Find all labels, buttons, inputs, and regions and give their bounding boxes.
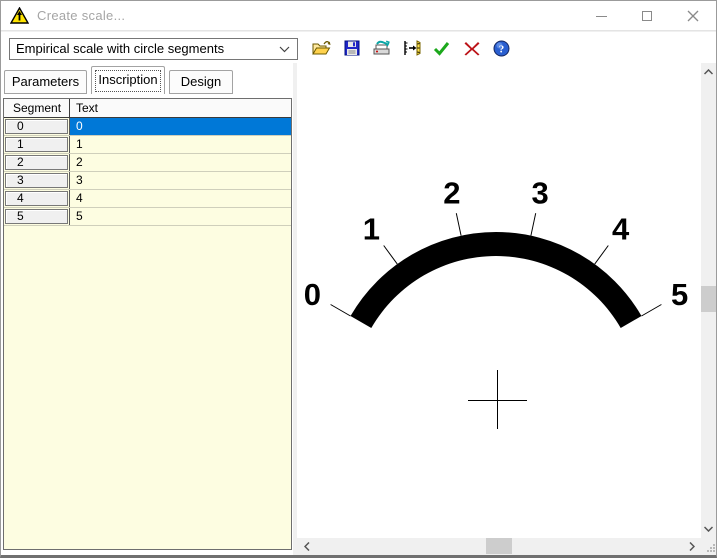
column-header-text: Text	[70, 99, 291, 117]
table-row: 5 5	[4, 208, 291, 226]
tab-strip: Parameters Inscription Design	[1, 65, 293, 95]
toolbar: Empirical scale with circle segments	[1, 32, 716, 63]
text-cell-4[interactable]: 4	[70, 190, 291, 207]
scale-preview-canvas[interactable]: 0 1 2 3 4 5	[297, 63, 701, 538]
gauge-arc-preview: 0 1 2 3 4 5	[297, 63, 701, 538]
tab-focus-rect	[95, 70, 161, 92]
text-cell-1[interactable]: 1	[70, 136, 291, 153]
ok-button[interactable]	[432, 39, 451, 58]
print-button[interactable]	[372, 39, 391, 58]
help-button[interactable]: ?	[492, 39, 511, 58]
maximize-icon	[642, 11, 652, 21]
table-row: 2 2	[4, 154, 291, 172]
save-button[interactable]	[342, 39, 361, 58]
chevron-right-icon	[689, 542, 695, 551]
minimize-icon	[596, 16, 607, 17]
grid-header-row: Segment Text	[4, 99, 291, 118]
cancel-x-icon	[464, 41, 480, 56]
scrollbar-corner	[701, 538, 717, 554]
scroll-down-button[interactable]	[701, 522, 716, 536]
resize-grip-icon[interactable]	[706, 543, 716, 553]
tab-design-label: Design	[181, 74, 221, 89]
segment-cell-2[interactable]: 2	[5, 155, 68, 170]
tab-parameters[interactable]: Parameters	[4, 70, 87, 94]
segment-cell-0[interactable]: 0	[5, 119, 68, 134]
cancel-button[interactable]	[462, 39, 481, 58]
minimize-button[interactable]	[578, 1, 624, 31]
vertical-scrollbar[interactable]	[701, 63, 716, 538]
close-icon	[687, 10, 699, 22]
svg-text:0: 0	[304, 277, 321, 312]
title-bar: Create scale...	[1, 1, 716, 31]
help-icon: ?	[493, 40, 510, 57]
tab-inscription[interactable]: Inscription	[91, 66, 165, 94]
scroll-up-button[interactable]	[701, 65, 716, 79]
chevron-down-icon	[279, 46, 290, 53]
horizontal-scrollbar-thumb[interactable]	[486, 538, 512, 554]
segment-cell-5[interactable]: 5	[5, 209, 68, 224]
svg-text:1: 1	[363, 211, 380, 246]
segment-text-grid: Segment Text 0 0 1 1 2 2 3 3 4 4	[3, 98, 292, 550]
text-cell-3[interactable]: 3	[70, 172, 291, 189]
text-cell-0[interactable]: 0	[70, 118, 291, 135]
create-scale-dialog: Create scale... Empirical scale with cir…	[0, 0, 717, 558]
maximize-button[interactable]	[624, 1, 670, 31]
chevron-down-icon	[704, 526, 713, 532]
window-title: Create scale...	[37, 1, 125, 31]
segment-cell-4[interactable]: 4	[5, 191, 68, 206]
transfer-scale-icon	[403, 40, 421, 56]
tab-design[interactable]: Design	[169, 70, 233, 94]
table-row: 4 4	[4, 190, 291, 208]
scale-type-value: Empirical scale with circle segments	[16, 41, 224, 56]
open-folder-icon	[312, 40, 331, 56]
scroll-left-button[interactable]	[299, 538, 314, 554]
svg-text:4: 4	[612, 211, 630, 246]
ok-check-icon	[433, 41, 450, 56]
scroll-right-button[interactable]	[684, 538, 699, 554]
vertical-scrollbar-thumb[interactable]	[701, 286, 716, 312]
warning-triangle-icon	[10, 7, 29, 24]
save-icon	[344, 40, 360, 56]
chevron-left-icon	[304, 542, 310, 551]
scale-type-dropdown[interactable]: Empirical scale with circle segments	[9, 38, 298, 60]
svg-text:?: ?	[499, 43, 505, 55]
inscription-pane: Parameters Inscription Design Segment Te…	[1, 63, 293, 556]
table-row: 0 0	[4, 118, 291, 136]
svg-text:2: 2	[443, 175, 460, 210]
segment-cell-1[interactable]: 1	[5, 137, 68, 152]
print-icon	[372, 40, 391, 56]
chevron-up-icon	[704, 69, 713, 75]
column-header-segment: Segment	[4, 99, 70, 117]
horizontal-scrollbar[interactable]	[297, 538, 701, 554]
tab-parameters-label: Parameters	[12, 74, 79, 89]
svg-text:3: 3	[531, 175, 548, 210]
segment-cell-3[interactable]: 3	[5, 173, 68, 188]
svg-text:5: 5	[671, 277, 688, 312]
close-button[interactable]	[670, 1, 716, 31]
open-button[interactable]	[312, 39, 331, 58]
text-cell-5[interactable]: 5	[70, 208, 291, 225]
text-cell-2[interactable]: 2	[70, 154, 291, 171]
table-row: 1 1	[4, 136, 291, 154]
table-row: 3 3	[4, 172, 291, 190]
transfer-scale-button[interactable]	[402, 39, 421, 58]
